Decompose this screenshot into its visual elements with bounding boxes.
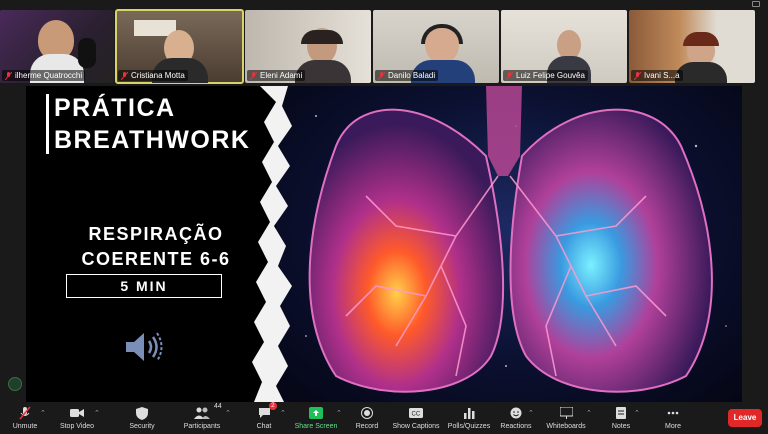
duration-box: 5 MIN: [66, 274, 222, 298]
whiteboards-label: Whiteboards: [546, 423, 586, 430]
record-label: Record: [355, 423, 379, 430]
polls-button[interactable]: Polls/Quizzes: [448, 405, 490, 433]
show-captions-button[interactable]: CC Show Captions: [392, 405, 440, 433]
participant-name-tag: Danilo Baladi: [375, 70, 439, 81]
slide-title: PRÁTICA BREATHWORK: [54, 92, 250, 156]
slide-subtitle-line1: RESPIRAÇÃO: [88, 224, 224, 244]
participant-name: ilherme Quatrocchi: [15, 71, 83, 80]
participant-video: [675, 62, 727, 83]
participants-button[interactable]: 44 Participants: [181, 403, 223, 433]
participant-tile[interactable]: ilherme Quatrocchi: [0, 10, 114, 83]
whiteboard-icon: [559, 405, 573, 421]
slide-subtitle-line2: COERENTE 6-6: [81, 249, 231, 269]
share-screen-button[interactable]: Share Screen: [294, 405, 338, 433]
muted-mic-icon: [18, 405, 32, 421]
notes-icon: [616, 405, 626, 421]
participants-count: 44: [214, 403, 222, 410]
svg-text:CC: CC: [412, 412, 421, 418]
participant-name-tag: Luiz Felipe Gouvêa: [503, 70, 588, 81]
reactions-label: Reactions: [500, 423, 532, 430]
torn-paper-divider: [252, 86, 292, 402]
slide-text-panel: PRÁTICA BREATHWORK RESPIRAÇÃO COERENTE 6…: [26, 86, 286, 402]
participant-name-tag: Ivani S...a: [631, 70, 683, 81]
share-screen-icon: [309, 405, 323, 421]
notes-caret-icon[interactable]: ⌃: [634, 409, 640, 417]
muted-mic-icon: [378, 71, 385, 80]
record-icon: [361, 405, 373, 421]
muted-mic-icon: [5, 71, 12, 80]
participant-name-tag: Eleni Adami: [247, 70, 306, 81]
title-accent-bar: [46, 94, 49, 154]
unmute-label: Unmute: [12, 423, 38, 430]
headphones-prop: [421, 24, 463, 44]
notes-button[interactable]: Notes: [608, 405, 634, 433]
participant-name: Danilo Baladi: [388, 71, 436, 80]
reactions-caret-icon[interactable]: ⌃: [528, 409, 534, 417]
top-strip: [0, 0, 768, 10]
lungs-illustration: [276, 86, 742, 402]
more-button[interactable]: More: [660, 405, 686, 433]
whiteboards-caret-icon[interactable]: ⌃: [586, 409, 592, 417]
slide-title-line2: BREATHWORK: [54, 126, 251, 154]
chat-caret-icon[interactable]: ⌃: [280, 409, 286, 417]
muted-mic-icon: [634, 71, 641, 80]
participant-name-tag: ilherme Quatrocchi: [2, 70, 86, 81]
security-label: Security: [129, 423, 155, 430]
unmute-caret-icon[interactable]: ⌃: [40, 409, 46, 417]
video-caret-icon[interactable]: ⌃: [94, 409, 100, 417]
leave-button[interactable]: Leave: [728, 409, 762, 427]
slide-title-line1: PRÁTICA: [54, 94, 176, 122]
shield-icon: [136, 405, 148, 421]
speaker-icon[interactable]: [124, 330, 164, 369]
muted-mic-icon: [121, 71, 128, 80]
more-label: More: [665, 423, 681, 430]
participant-tile[interactable]: Eleni Adami: [245, 10, 371, 83]
window-control-icon[interactable]: [752, 1, 760, 7]
participants-label: Participants: [183, 423, 221, 430]
chat-button[interactable]: 2 Chat: [250, 402, 278, 433]
video-camera-icon: [70, 405, 84, 421]
chat-badge: 2: [269, 402, 277, 410]
stop-video-button[interactable]: Stop Video: [57, 405, 97, 433]
participant-name: Ivani S...a: [644, 71, 680, 80]
share-screen-label: Share Screen: [294, 423, 338, 430]
participant-name-tag: Cristiana Motta: [118, 70, 188, 81]
bar-chart-icon: [463, 405, 475, 421]
shared-screen: PRÁTICA BREATHWORK RESPIRAÇÃO COERENTE 6…: [26, 86, 742, 402]
participant-tile[interactable]: Danilo Baladi: [373, 10, 499, 83]
participant-tile-active[interactable]: Cristiana Motta: [115, 9, 244, 84]
more-dots-icon: [667, 405, 679, 421]
captions-icon: CC: [409, 405, 423, 421]
muted-mic-icon: [250, 71, 257, 80]
whiteboards-button[interactable]: Whiteboards: [546, 405, 586, 433]
participant-name: Cristiana Motta: [131, 71, 185, 80]
muted-mic-icon: [506, 71, 513, 80]
participant-video: [301, 30, 343, 44]
record-button[interactable]: Record: [354, 405, 380, 433]
edit-pencil-icon[interactable]: [8, 377, 22, 391]
unmute-button[interactable]: Unmute: [8, 405, 42, 433]
share-caret-icon[interactable]: ⌃: [336, 409, 342, 417]
chat-label: Chat: [256, 423, 272, 430]
participant-tile[interactable]: Ivani S...a: [629, 10, 755, 83]
chat-icon: 2: [258, 402, 277, 421]
microphone-prop: [78, 38, 96, 68]
participant-name: Eleni Adami: [260, 71, 303, 80]
meeting-toolbar: Unmute ⌃ Stop Video ⌃ Security 44 Partic…: [0, 402, 768, 434]
participant-tile[interactable]: Luiz Felipe Gouvêa: [501, 10, 627, 83]
participants-caret-icon[interactable]: ⌃: [225, 409, 231, 417]
polls-label: Polls/Quizzes: [447, 423, 491, 430]
notes-label: Notes: [611, 423, 631, 430]
participant-name: Luiz Felipe Gouvêa: [516, 71, 585, 80]
participants-icon: 44: [194, 403, 222, 421]
participant-video: [683, 32, 719, 46]
smiley-icon: [510, 405, 522, 421]
security-button[interactable]: Security: [124, 405, 160, 433]
show-captions-label: Show Captions: [392, 423, 440, 430]
stop-video-label: Stop Video: [59, 423, 95, 430]
participant-gallery: ilherme Quatrocchi Cristiana Motta Eleni…: [0, 0, 768, 84]
